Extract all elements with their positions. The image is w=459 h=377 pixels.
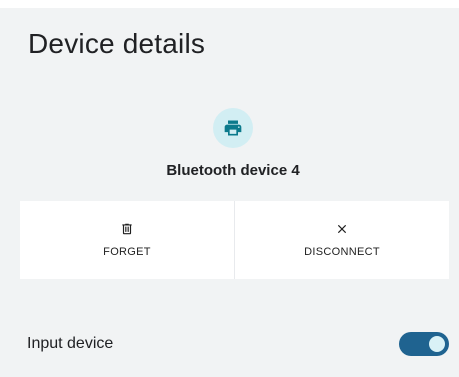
forget-label: FORGET bbox=[103, 246, 151, 258]
page-title: Device details bbox=[28, 28, 206, 59]
toggle-knob bbox=[429, 336, 445, 352]
disconnect-button[interactable]: DISCONNECT bbox=[234, 201, 449, 279]
forget-button[interactable]: FORGET bbox=[20, 201, 234, 279]
input-device-toggle[interactable] bbox=[399, 332, 449, 356]
input-device-label: Input device bbox=[27, 335, 114, 352]
disconnect-label: DISCONNECT bbox=[304, 246, 380, 258]
device-name: Bluetooth device 4 bbox=[166, 162, 300, 179]
device-details-screen: Device details Bluetooth device 4 FORGET… bbox=[0, 0, 459, 377]
device-icon-badge bbox=[213, 108, 253, 148]
close-icon bbox=[337, 224, 347, 234]
top-strip bbox=[0, 0, 459, 8]
trash-icon bbox=[122, 223, 132, 235]
device-actions: FORGET DISCONNECT bbox=[20, 201, 449, 279]
input-device-row[interactable]: Input device bbox=[20, 320, 449, 368]
printer-icon bbox=[224, 120, 242, 136]
